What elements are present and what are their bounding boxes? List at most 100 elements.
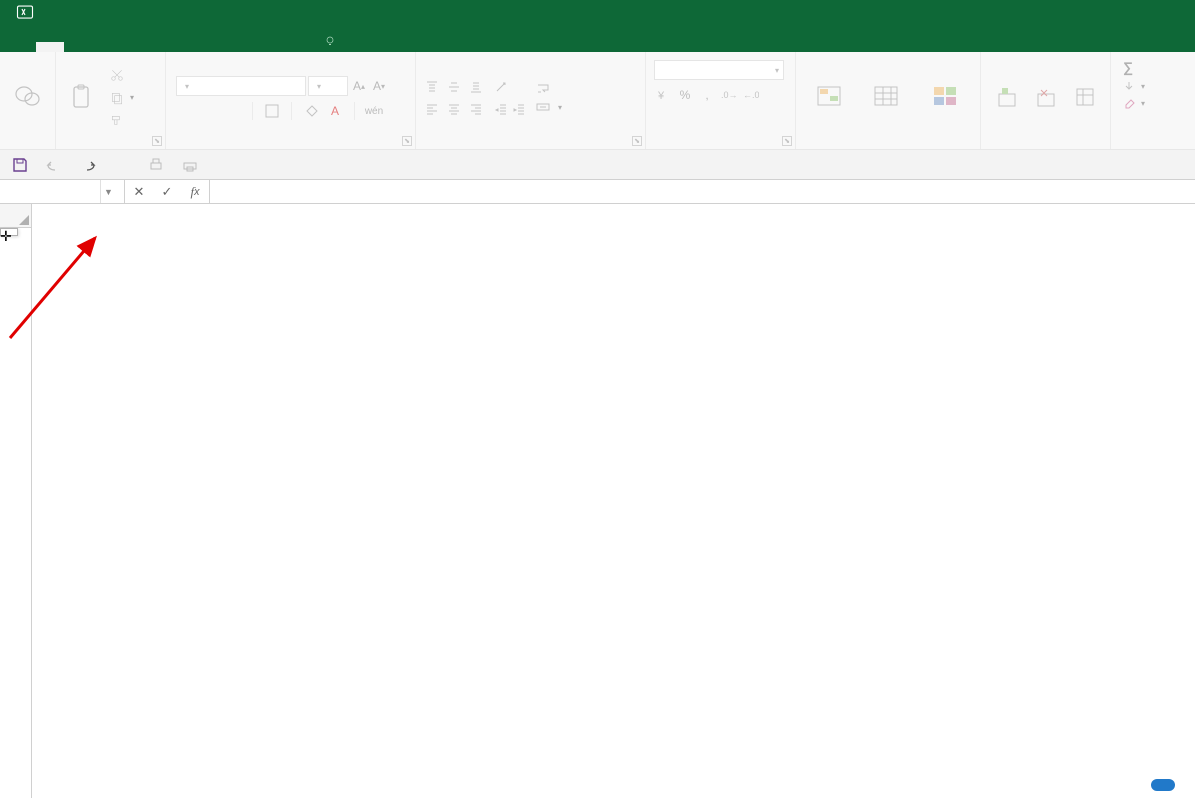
print-preview-button[interactable]: [146, 155, 166, 175]
undo-icon: [46, 158, 62, 172]
currency-icon: ¥: [656, 88, 670, 102]
align-bottom-button[interactable]: [466, 77, 486, 97]
name-box[interactable]: ▼: [0, 180, 125, 203]
format-table-button[interactable]: [857, 63, 916, 133]
app-icon[interactable]: [0, 0, 50, 24]
number-launcher[interactable]: ⬊: [782, 136, 792, 146]
bucket-icon: [304, 104, 318, 118]
tab-templates[interactable]: [64, 42, 92, 52]
tab-pdf[interactable]: [288, 42, 316, 52]
font-launcher[interactable]: ⬊: [402, 136, 412, 146]
bold-button[interactable]: [176, 102, 194, 120]
tab-formulas[interactable]: [148, 42, 176, 52]
watermark-tag: [1151, 779, 1175, 791]
select-all-corner[interactable]: [0, 204, 32, 228]
format-cells-button[interactable]: [1065, 63, 1104, 133]
alignment-launcher[interactable]: ⬊: [632, 136, 642, 146]
tab-insert[interactable]: [92, 42, 120, 52]
insert-icon: [993, 83, 1021, 111]
align-top-button[interactable]: [422, 77, 442, 97]
format-icon: [1071, 83, 1099, 111]
fill-color-button[interactable]: [302, 102, 320, 120]
quick-access-toolbar: [0, 150, 1195, 180]
phonetic-button[interactable]: wén: [365, 102, 383, 120]
delete-cells-button[interactable]: [1026, 63, 1065, 133]
border-button[interactable]: [263, 102, 281, 120]
ribbon: ▾ ⬊ ▾ ▾ A▴ A▾ A wén: [0, 52, 1195, 150]
formula-input[interactable]: [210, 180, 1195, 203]
align-right-button[interactable]: [466, 99, 486, 119]
cut-button[interactable]: [106, 67, 138, 83]
row-headers: [0, 228, 32, 798]
paste-button[interactable]: [62, 63, 102, 133]
save-button[interactable]: [10, 155, 30, 175]
merge-center-button[interactable]: ▾: [536, 100, 562, 114]
titlebar: [0, 0, 1195, 24]
wrap-icon: [536, 82, 550, 96]
eraser-icon: [1123, 97, 1135, 109]
copy-icon: [110, 91, 124, 105]
lightbulb-icon: [324, 35, 336, 47]
paste-icon: [68, 83, 96, 111]
worksheet: ✛: [0, 228, 1195, 798]
enter-formula-button[interactable]: ✓: [153, 184, 181, 200]
increase-decimal-button[interactable]: .0→: [720, 86, 738, 104]
watermark: [1151, 779, 1183, 791]
decrease-font-button[interactable]: A▾: [370, 77, 388, 95]
group-label-wechat: [0, 144, 55, 149]
svg-text:←.0: ←.0: [743, 90, 759, 100]
fill-down-icon: [1123, 80, 1135, 92]
name-box-input[interactable]: [0, 185, 100, 199]
font-size-combo[interactable]: ▾: [308, 76, 348, 96]
tab-view[interactable]: [232, 42, 260, 52]
tab-file[interactable]: [8, 42, 36, 52]
align-left-button[interactable]: [422, 99, 442, 119]
decrease-indent-button[interactable]: [492, 100, 510, 118]
merge-icon: [536, 100, 550, 114]
tab-home[interactable]: [36, 42, 64, 52]
format-painter-button[interactable]: [106, 113, 138, 129]
clear-button[interactable]: ▾: [1119, 96, 1149, 110]
autosum-button[interactable]: ∑: [1119, 58, 1140, 76]
cancel-formula-button[interactable]: ✕: [125, 184, 153, 200]
brush-icon: [110, 114, 124, 128]
name-box-dropdown[interactable]: ▼: [100, 180, 116, 203]
increase-indent-button[interactable]: [510, 100, 528, 118]
align-center-button[interactable]: [444, 99, 464, 119]
send-wechat-button[interactable]: [6, 63, 49, 133]
conditional-format-button[interactable]: [802, 63, 857, 133]
group-label-font: ⬊: [166, 144, 415, 149]
scissors-icon: [110, 68, 124, 82]
tab-layout[interactable]: [120, 42, 148, 52]
printer-icon: [182, 157, 198, 173]
number-format-combo[interactable]: ▾: [654, 60, 784, 80]
print-button[interactable]: [180, 155, 200, 175]
fill-button[interactable]: ▾: [1119, 79, 1149, 93]
tab-data[interactable]: [176, 42, 204, 52]
ribbon-tabs: [0, 24, 1195, 52]
decrease-decimal-button[interactable]: ←.0: [742, 86, 760, 104]
redo-button[interactable]: [78, 155, 98, 175]
insert-function-button[interactable]: fx: [181, 184, 209, 200]
tab-developer[interactable]: [260, 42, 288, 52]
accounting-button[interactable]: ¥: [654, 86, 672, 104]
copy-button[interactable]: ▾: [106, 90, 138, 106]
underline-button[interactable]: [224, 102, 242, 120]
tell-me-search[interactable]: [324, 30, 340, 52]
percent-button[interactable]: %: [676, 86, 694, 104]
increase-font-button[interactable]: A▴: [350, 77, 368, 95]
comma-button[interactable]: ,: [698, 86, 716, 104]
clipboard-launcher[interactable]: ⬊: [152, 136, 162, 146]
cell-styles-button[interactable]: [915, 63, 974, 133]
tab-review[interactable]: [204, 42, 232, 52]
group-label-number: ⬊: [646, 144, 795, 149]
font-family-combo[interactable]: ▾: [176, 76, 306, 96]
orientation-button[interactable]: [492, 78, 510, 96]
delete-icon: [1032, 83, 1060, 111]
font-color-button[interactable]: A: [326, 102, 344, 120]
italic-button[interactable]: [200, 102, 218, 120]
insert-cells-button[interactable]: [987, 63, 1026, 133]
wrap-text-button[interactable]: [536, 82, 562, 96]
align-middle-button[interactable]: [444, 77, 464, 97]
undo-button[interactable]: [44, 155, 64, 175]
